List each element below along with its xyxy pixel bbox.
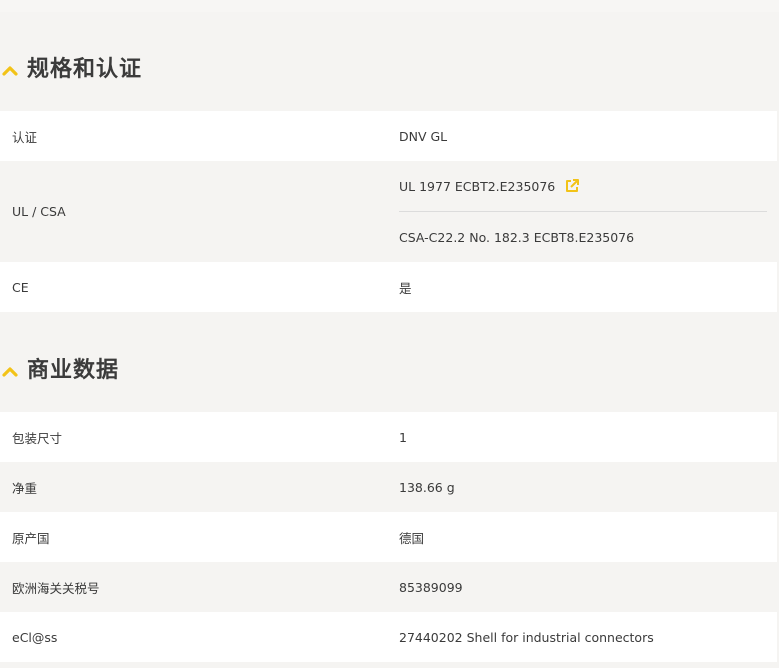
section-header-commercial[interactable]: 商业数据 xyxy=(0,343,119,393)
row-label: 原产国 xyxy=(12,530,50,546)
row-label: eCl@ss xyxy=(12,629,58,645)
table-row: UL / CSA UL 1977 ECBT2.E235076 CSA-C22.2… xyxy=(0,161,777,262)
row-label: CE xyxy=(12,279,29,295)
table-row: 认证 DNV GL xyxy=(0,111,777,161)
row-label: 净重 xyxy=(12,480,38,496)
row-value: 1 xyxy=(399,429,407,445)
table-row: 原产国 德国 xyxy=(0,512,777,562)
external-link-icon[interactable] xyxy=(564,178,580,194)
row-value: 德国 xyxy=(399,530,425,546)
row-value: CSA-C22.2 No. 182.3 ECBT8.E235076 xyxy=(399,229,635,245)
commercial-table: 包装尺寸 1 净重 138.66 g 原产国 德国 欧洲海关关税号 853890… xyxy=(0,412,777,662)
section-header-certifications[interactable]: 规格和认证 xyxy=(0,42,142,92)
row-label: 包装尺寸 xyxy=(12,430,63,446)
section-title-certifications: 规格和认证 xyxy=(27,57,143,82)
row-value: DNV GL xyxy=(399,128,448,144)
table-row: CE 是 xyxy=(0,262,777,312)
table-row: 包装尺寸 1 xyxy=(0,412,777,462)
row-value: UL 1977 ECBT2.E235076 xyxy=(399,178,556,194)
top-strip xyxy=(0,0,779,12)
row-label: UL / CSA xyxy=(12,204,66,219)
certifications-table: 认证 DNV GL UL / CSA UL 1977 ECBT2.E235076… xyxy=(0,111,777,312)
table-row: 净重 138.66 g xyxy=(0,462,777,512)
row-label: 欧洲海关关税号 xyxy=(12,580,100,596)
value-line: CSA-C22.2 No. 182.3 ECBT8.E235076 xyxy=(399,212,767,262)
section-title-commercial: 商业数据 xyxy=(27,358,120,383)
row-value: 85389099 xyxy=(399,579,463,595)
row-label: 认证 xyxy=(12,129,38,145)
row-value: 是 xyxy=(399,280,412,296)
chevron-up-icon[interactable] xyxy=(2,362,18,377)
row-value: 138.66 g xyxy=(399,479,455,495)
table-row: 欧洲海关关税号 85389099 xyxy=(0,562,777,612)
row-value: 27440202 Shell for industrial connectors xyxy=(399,629,654,645)
value-line: UL 1977 ECBT2.E235076 xyxy=(399,161,767,212)
table-row: eCl@ss 27440202 Shell for industrial con… xyxy=(0,612,777,662)
chevron-up-icon[interactable] xyxy=(2,61,18,76)
